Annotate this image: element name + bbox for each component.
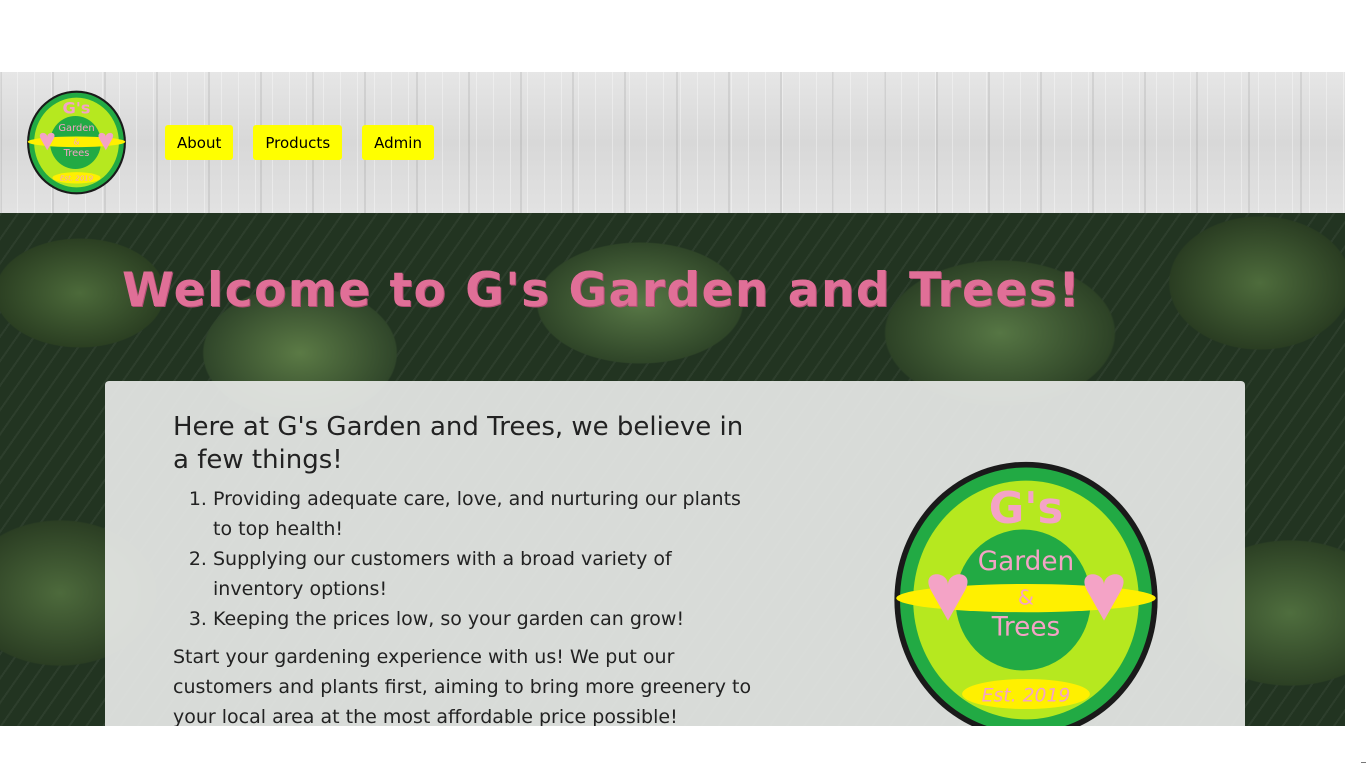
hero-section: Welcome to G's Garden and Trees! Here at…	[0, 213, 1345, 726]
svg-text:G's: G's	[63, 99, 91, 118]
gs-garden-logo-large: G's Garden & Trees Est. 2019	[894, 461, 1158, 726]
svg-text:G's: G's	[989, 484, 1063, 534]
nav-products-button[interactable]: Products	[253, 125, 343, 160]
belief-item: Supplying our customers with a broad var…	[213, 544, 753, 604]
nav-admin-button[interactable]: Admin	[362, 125, 434, 160]
hero-title: Welcome to G's Garden and Trees!	[122, 263, 1082, 318]
nav-about-button[interactable]: About	[165, 125, 234, 160]
welcome-heading: Here at G's Garden and Trees, we believe…	[173, 412, 744, 475]
svg-text:Trees: Trees	[991, 613, 1061, 643]
svg-text:Garden: Garden	[978, 547, 1074, 577]
svg-text:&: &	[1018, 586, 1034, 610]
svg-text:Est. 2019: Est. 2019	[60, 174, 94, 183]
welcome-text: Here at G's Garden and Trees, we believe…	[173, 411, 753, 726]
scroll-indicator	[1361, 762, 1366, 763]
svg-text:Est. 2019: Est. 2019	[982, 686, 1071, 707]
site-header: G's Garden & Trees Est. 2019 About Produ…	[0, 72, 1345, 213]
gs-garden-logo[interactable]: G's Garden & Trees Est. 2019	[26, 89, 127, 196]
svg-text:Garden: Garden	[58, 123, 94, 134]
intro-paragraph: Start your gardening experience with us!…	[173, 646, 752, 726]
beliefs-list: Providing adequate care, love, and nurtu…	[173, 484, 753, 634]
main-nav: About Products Admin	[165, 125, 434, 160]
svg-text:&: &	[73, 137, 79, 146]
belief-item: Keeping the prices low, so your garden c…	[213, 604, 753, 634]
svg-text:Trees: Trees	[63, 148, 90, 159]
welcome-card: Here at G's Garden and Trees, we believe…	[105, 381, 1245, 726]
belief-item: Providing adequate care, love, and nurtu…	[213, 484, 753, 544]
